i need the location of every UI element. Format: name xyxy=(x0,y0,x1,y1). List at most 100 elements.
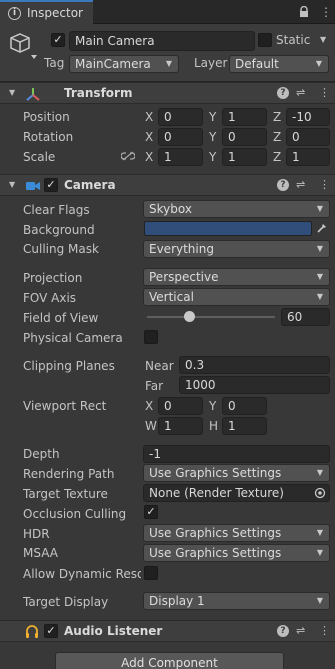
projection-dropdown[interactable]: Perspective ▼ xyxy=(143,268,330,286)
transform-y-input[interactable]: 1 xyxy=(222,108,267,126)
presets-icon[interactable]: ⇌ xyxy=(296,86,305,99)
axis-z-label: Z xyxy=(273,110,282,124)
msaa-value: Use Graphics Settings xyxy=(149,546,282,560)
vp-y-input[interactable]: 0 xyxy=(222,397,267,415)
transform-x-input[interactable]: 1 xyxy=(158,148,203,166)
depth-input[interactable]: -1 xyxy=(143,445,330,463)
near-input[interactable]: 0.3 xyxy=(179,356,330,374)
target-display-label: Target Display xyxy=(23,595,109,609)
static-checkbox[interactable] xyxy=(258,33,272,47)
object-active-checkbox[interactable]: ✓ xyxy=(51,33,65,47)
help-icon[interactable]: ? xyxy=(277,179,289,191)
axis-y-label: Y xyxy=(209,150,217,164)
axis-z-label: Z xyxy=(273,150,282,164)
vp-w-input[interactable]: 1 xyxy=(158,417,203,435)
hdr-value: Use Graphics Settings xyxy=(149,526,282,540)
component-menu-icon[interactable]: ⋮ xyxy=(319,86,330,99)
transform-row-label: Position xyxy=(23,110,70,124)
chevron-down-icon: ▼ xyxy=(316,596,323,605)
axis-y-label: Y xyxy=(209,130,217,144)
presets-icon[interactable]: ⇌ xyxy=(296,624,305,637)
fov-slider-thumb[interactable] xyxy=(184,311,196,322)
audio-listener-enabled-checkbox[interactable]: ✓ xyxy=(44,624,58,638)
tag-dropdown[interactable]: MainCamera ▼ xyxy=(69,55,179,73)
transform-x-input[interactable]: 0 xyxy=(158,128,203,146)
target-texture-field[interactable]: None (Render Texture) xyxy=(143,484,330,502)
help-icon[interactable]: ? xyxy=(277,625,289,637)
hdr-dropdown[interactable]: Use Graphics Settings ▼ xyxy=(143,524,330,542)
far-input[interactable]: 1000 xyxy=(179,376,330,394)
add-component-button[interactable]: Add Component xyxy=(55,652,284,669)
fov-slider-track[interactable] xyxy=(147,316,275,318)
inspector-tab-label: Inspector xyxy=(27,6,83,20)
transform-y-input[interactable]: 0 xyxy=(222,128,267,146)
fov-axis-dropdown[interactable]: Vertical ▼ xyxy=(143,288,330,306)
fov-axis-value: Vertical xyxy=(149,290,194,304)
chevron-down-icon: ▼ xyxy=(316,292,323,301)
axis-y-label: Y xyxy=(209,110,217,124)
near-label: Near xyxy=(145,359,174,373)
transform-z-input[interactable]: 0 xyxy=(286,128,330,146)
vp-h-input[interactable]: 1 xyxy=(222,417,267,435)
fold-arrow-icon[interactable]: ▼ xyxy=(9,88,15,97)
tab-menu-icon[interactable]: ⋮ xyxy=(320,5,332,19)
tag-value: MainCamera xyxy=(75,57,151,71)
chevron-down-icon: ▼ xyxy=(316,548,323,557)
culling-mask-dropdown[interactable]: Everything ▼ xyxy=(143,240,330,258)
culling-mask-label: Culling Mask xyxy=(23,242,99,256)
allow-dynamic-resolution-checkbox[interactable] xyxy=(144,566,158,580)
background-color-swatch[interactable] xyxy=(144,221,312,236)
occlusion-culling-checkbox[interactable]: ✓ xyxy=(144,505,158,519)
vp-x-input[interactable]: 0 xyxy=(158,397,203,415)
eyedropper-icon[interactable] xyxy=(316,222,328,234)
hdr-label: HDR xyxy=(23,527,50,541)
fov-axis-label: FOV Axis xyxy=(23,291,77,305)
fov-input[interactable]: 60 xyxy=(281,308,330,326)
audio-listener-header[interactable]: ✓ Audio Listener ? ⇌ ⋮ xyxy=(0,620,335,642)
camera-header[interactable]: ▼ ✓ Camera ? ⇌ ⋮ xyxy=(0,174,335,196)
rendering-path-dropdown[interactable]: Use Graphics Settings ▼ xyxy=(143,464,330,482)
camera-title: Camera xyxy=(64,178,116,192)
camera-enabled-checkbox[interactable]: ✓ xyxy=(44,178,58,192)
component-menu-icon[interactable]: ⋮ xyxy=(319,178,330,191)
object-picker-icon[interactable] xyxy=(314,487,326,499)
viewport-rect-label: Viewport Rect xyxy=(23,399,107,413)
transform-y-input[interactable]: 1 xyxy=(222,148,267,166)
fold-arrow-icon[interactable]: ▼ xyxy=(9,180,15,189)
chevron-down-icon: ▼ xyxy=(316,244,323,253)
clear-flags-label: Clear Flags xyxy=(23,203,90,217)
transform-row-label: Scale xyxy=(23,150,56,164)
static-dropdown-arrow-icon[interactable]: ▼ xyxy=(320,35,326,44)
help-icon[interactable]: ? xyxy=(277,87,289,99)
transform-z-input[interactable]: 1 xyxy=(286,148,330,166)
projection-label: Projection xyxy=(23,271,83,285)
object-header: ✓ Main Camera Static ▼ Tag MainCamera ▼ … xyxy=(0,24,335,82)
depth-label: Depth xyxy=(23,447,60,461)
lock-icon[interactable] xyxy=(298,6,310,18)
help-glyph: ? xyxy=(277,179,289,191)
tag-label: Tag xyxy=(44,56,65,70)
vp-y-label: Y xyxy=(209,399,217,413)
transform-z-input[interactable]: -10 xyxy=(286,108,330,126)
inspector-tabbar: i Inspector ⋮ xyxy=(0,0,335,24)
chevron-down-icon: ▼ xyxy=(315,59,322,68)
target-display-dropdown[interactable]: Display 1 ▼ xyxy=(143,592,330,610)
gameobject-cube-icon[interactable] xyxy=(8,30,38,60)
transform-header[interactable]: ▼ Transform ? ⇌ ⋮ xyxy=(0,82,335,104)
object-name-input[interactable]: Main Camera xyxy=(69,31,255,51)
audio-listener-title: Audio Listener xyxy=(64,624,163,638)
allow-dynamic-resolution-label: Allow Dynamic Resol xyxy=(23,567,141,581)
layer-dropdown[interactable]: Default ▼ xyxy=(229,55,329,73)
transform-axes-icon xyxy=(26,88,40,101)
msaa-dropdown[interactable]: Use Graphics Settings ▼ xyxy=(143,544,330,562)
component-menu-icon[interactable]: ⋮ xyxy=(319,624,330,637)
physical-camera-checkbox[interactable] xyxy=(144,330,158,344)
transform-x-input[interactable]: 0 xyxy=(158,108,203,126)
axis-x-label: X xyxy=(145,130,154,144)
scale-link-icon[interactable] xyxy=(121,151,135,161)
far-label: Far xyxy=(145,379,164,393)
presets-icon[interactable]: ⇌ xyxy=(296,178,305,191)
inspector-tab[interactable]: i Inspector xyxy=(0,0,93,24)
clear-flags-dropdown[interactable]: Skybox ▼ xyxy=(143,200,330,218)
chevron-down-icon: ▼ xyxy=(316,204,323,213)
